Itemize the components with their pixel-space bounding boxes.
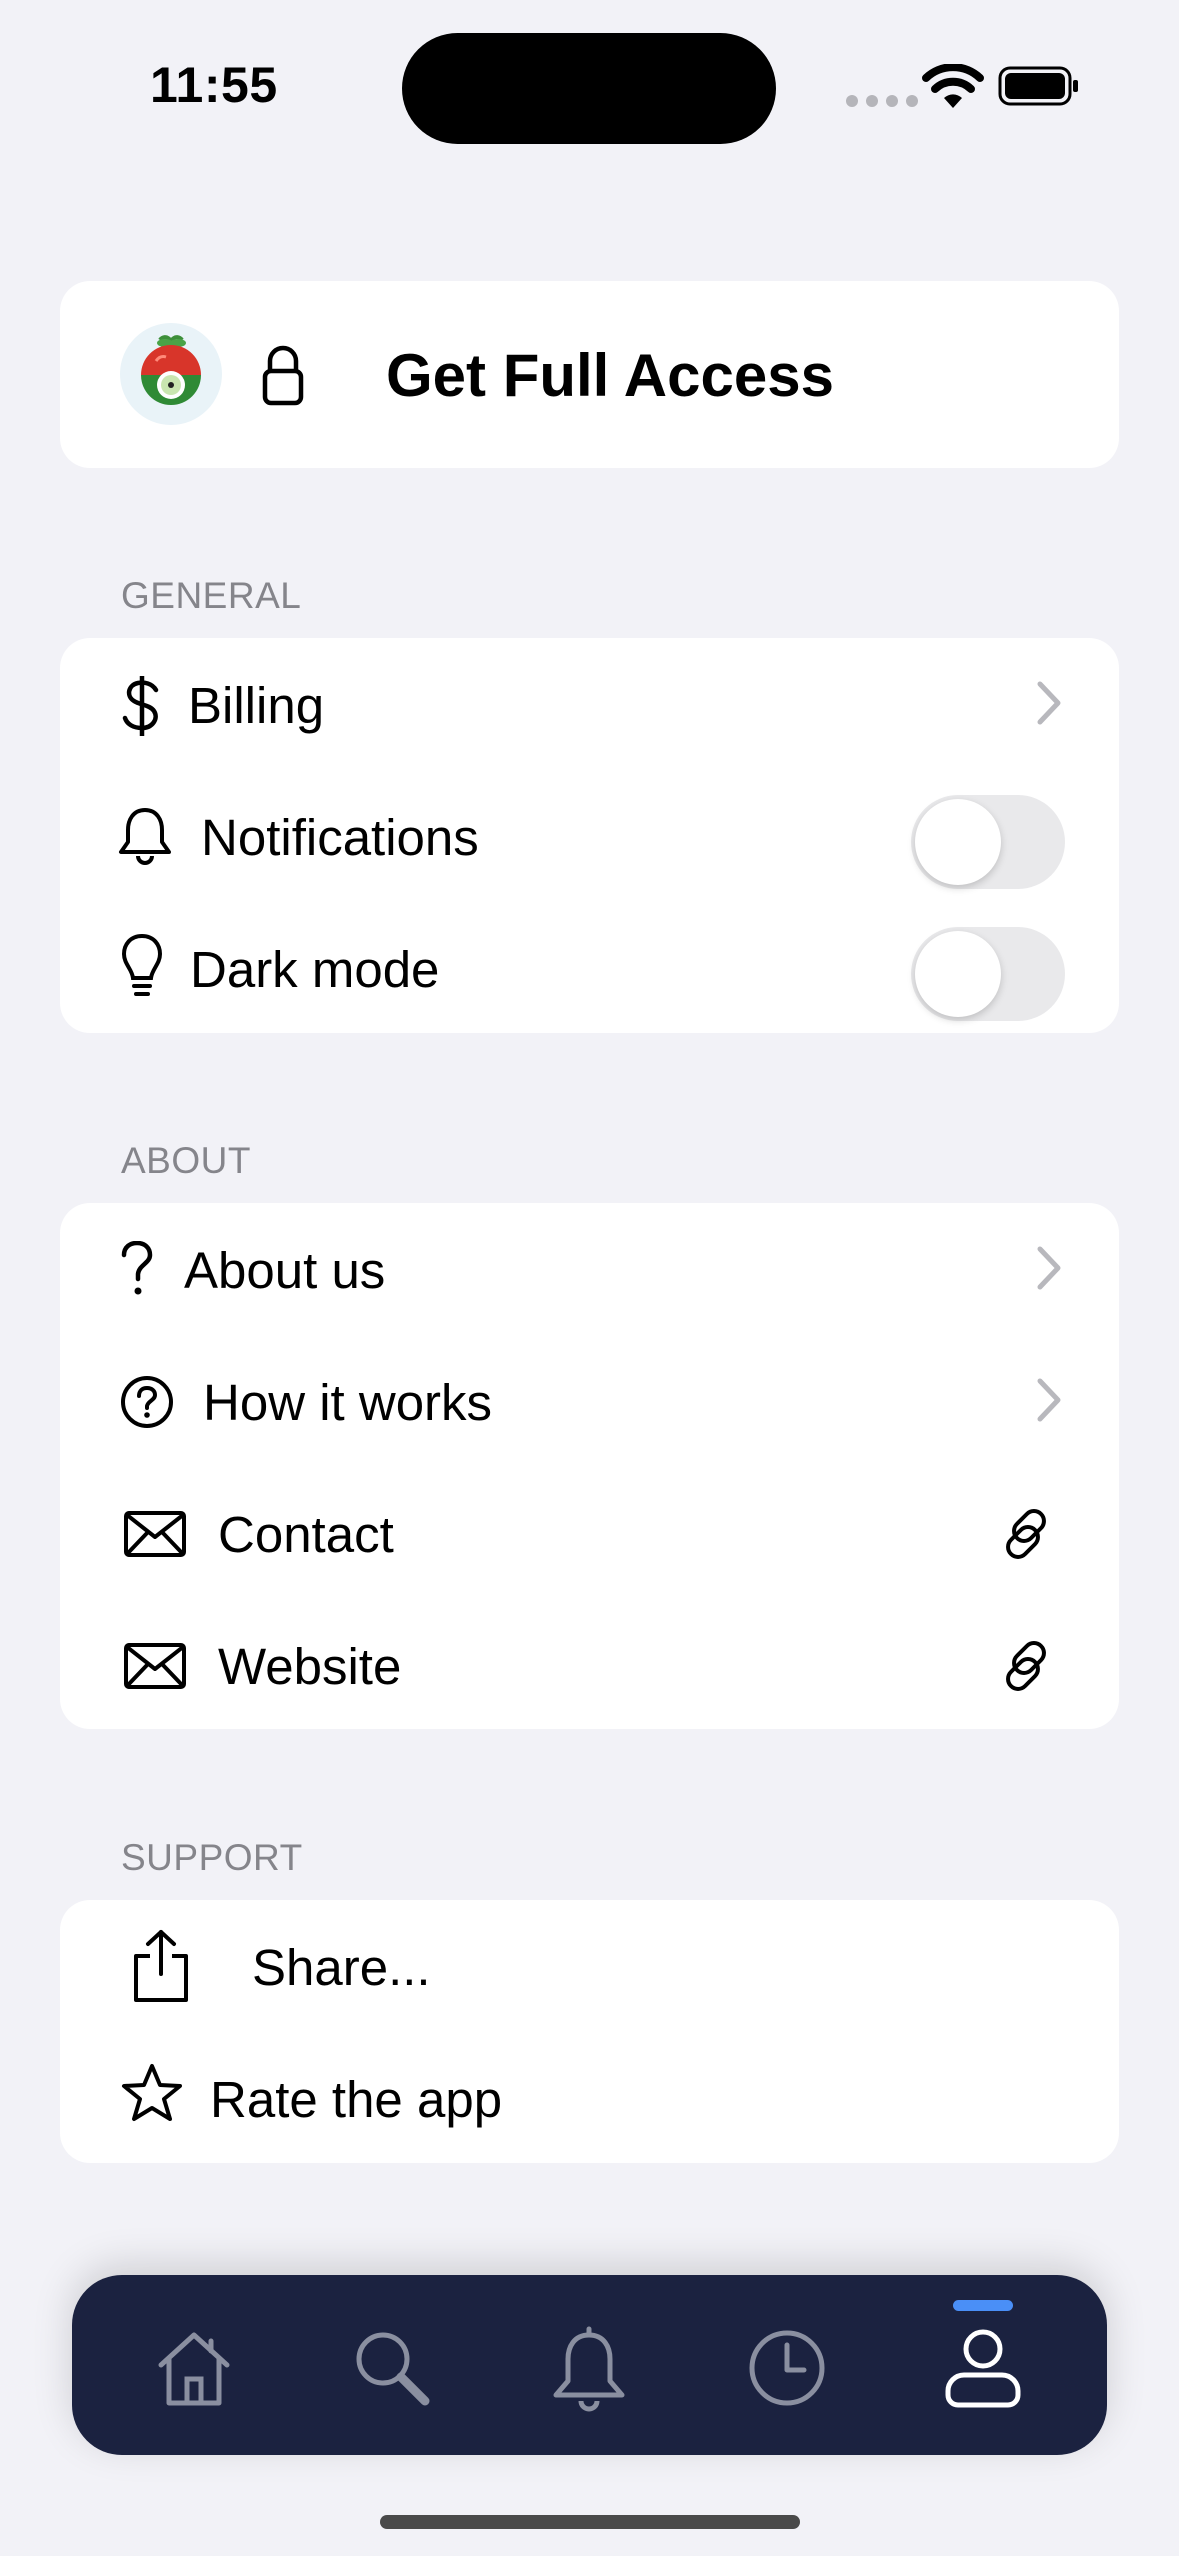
bell-icon	[553, 2326, 625, 2412]
rate-the-app-row[interactable]: Rate the app	[60, 2032, 1119, 2164]
envelope-icon	[124, 1511, 186, 1557]
support-card: Share... Rate the app	[60, 1900, 1119, 2163]
chevron-right-icon	[1037, 1378, 1061, 1422]
rate-the-app-label: Rate the app	[210, 2071, 503, 2128]
dollar-icon	[122, 676, 159, 736]
bell-icon	[119, 808, 171, 865]
notifications-label: Notifications	[201, 809, 479, 866]
share-row[interactable]: Share...	[60, 1900, 1119, 2032]
about-us-row[interactable]: About us	[60, 1203, 1119, 1335]
how-it-works-row[interactable]: How it works	[60, 1335, 1119, 1467]
link-icon	[1006, 1641, 1046, 1691]
tab-history[interactable]	[742, 2323, 832, 2413]
lightbulb-icon	[121, 933, 163, 996]
wifi-icon	[922, 64, 984, 108]
tab-bar	[72, 2275, 1107, 2455]
envelope-icon	[124, 1643, 186, 1689]
contact-row[interactable]: Contact	[60, 1467, 1119, 1599]
general-card: Billing Notifications Dark mode	[60, 638, 1119, 1033]
billing-label: Billing	[188, 677, 325, 734]
bottom-safe-area	[0, 2452, 1179, 2556]
tab-profile[interactable]	[938, 2323, 1028, 2413]
section-header-support: SUPPORT	[121, 1837, 303, 1878]
get-full-access-card[interactable]: Get Full Access	[60, 281, 1119, 468]
app-logo	[120, 323, 222, 425]
question-mark-icon	[121, 1241, 153, 1295]
status-time: 11:55	[150, 57, 278, 113]
chevron-right-icon	[1037, 681, 1061, 725]
section-header-about: ABOUT	[121, 1140, 251, 1181]
website-label: Website	[218, 1638, 402, 1695]
link-icon	[1006, 1509, 1046, 1559]
question-circle-icon	[121, 1376, 173, 1428]
contact-label: Contact	[218, 1506, 394, 1563]
chevron-right-icon	[1037, 1246, 1061, 1290]
star-icon	[122, 2064, 182, 2121]
share-label: Share...	[252, 1939, 431, 1996]
billing-row[interactable]: Billing	[60, 638, 1119, 770]
tab-home[interactable]	[149, 2323, 239, 2413]
get-full-access-title: Get Full Access	[386, 342, 834, 409]
dynamic-island	[402, 33, 776, 144]
person-icon	[945, 2329, 1021, 2408]
dark-mode-toggle[interactable]	[911, 927, 1065, 1021]
how-it-works-label: How it works	[203, 1374, 493, 1431]
about-card: About us How it works Contact Website	[60, 1203, 1119, 1729]
cellular-signal-icon	[846, 95, 918, 107]
lock-icon	[262, 345, 304, 406]
home-indicator	[380, 2515, 800, 2529]
section-header-general: GENERAL	[121, 575, 302, 616]
website-row[interactable]: Website	[60, 1599, 1119, 1731]
active-tab-indicator	[953, 2300, 1013, 2311]
about-us-label: About us	[184, 1242, 386, 1299]
share-icon	[134, 1930, 188, 2002]
home-icon	[158, 2332, 230, 2406]
battery-icon	[998, 66, 1078, 106]
search-icon	[356, 2332, 430, 2406]
dark-mode-row: Dark mode	[60, 902, 1119, 1034]
tab-search[interactable]	[347, 2323, 437, 2413]
notifications-toggle[interactable]	[911, 795, 1065, 889]
notifications-row: Notifications	[60, 770, 1119, 902]
clock-icon	[749, 2330, 825, 2406]
tab-notifications[interactable]	[544, 2323, 634, 2413]
dark-mode-label: Dark mode	[190, 941, 440, 998]
